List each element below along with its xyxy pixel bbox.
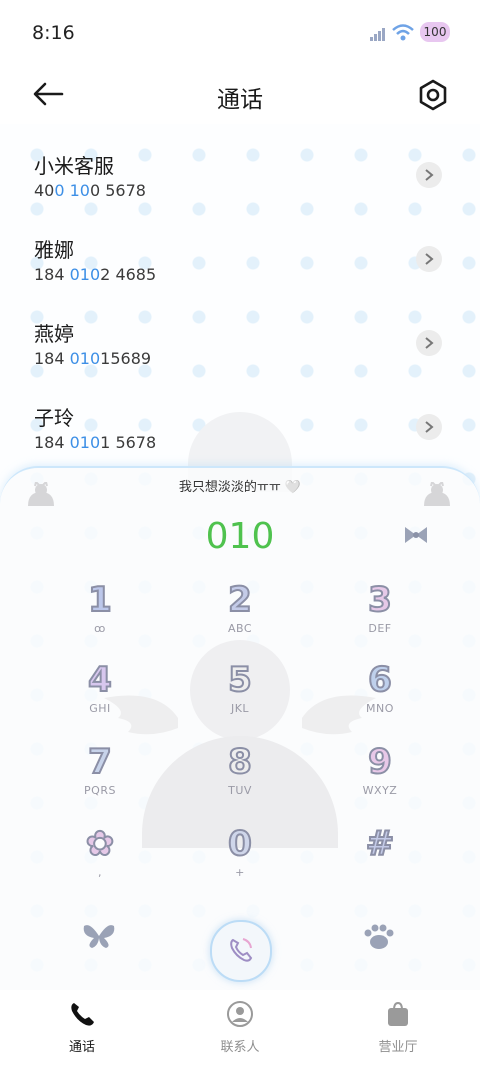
contact-number: 400 100 5678 [34,181,146,200]
dialpad-key[interactable]: 9 WXYZ [325,741,435,812]
person-icon [227,1001,253,1027]
list-item[interactable]: 小米客服 400 100 5678 [0,136,480,212]
contact-name: 小米客服 [34,154,114,178]
dialer-panel: 我只想淡淡的ㅠㅠ 🤍 010 1 ꝏ 2 ABC 3 DEF 4 GHI 5 JKL 6 MNO 7 PQ… [0,466,480,998]
phone-icon [71,1003,94,1026]
tab-calls[interactable]: 通话 [32,1000,132,1055]
dialpad-key-digit: # [365,823,396,865]
paw-icon[interactable] [362,922,396,956]
tab-calls-label: 通话 [68,1040,95,1055]
dialpad-key[interactable]: 3 DEF [325,579,435,650]
page-title: 通话 [217,87,263,113]
call-button[interactable] [210,920,272,982]
chevron-right-icon[interactable] [416,330,442,356]
dialpad-key[interactable]: 7 PQRS [45,741,155,812]
dialpad-key-digit: 5 [227,659,253,701]
dialpad-key[interactable]: 2 ABC [185,579,295,650]
butterfly-icon[interactable] [82,922,116,954]
dialpad-key-letters: PQRS [84,784,116,797]
dialpad-key[interactable]: 1ꝏ [45,579,155,650]
tab-store-label: 营业厅 [378,1040,418,1055]
dialpad-key[interactable]: 5 JKL [185,659,295,730]
tab-store[interactable]: 营业厅 [348,1000,448,1055]
dialpad-key-digit: ✿ [85,823,116,865]
cat-icon [420,480,454,512]
contact-name: 子玲 [34,406,74,430]
dialpad-key-digit: 0 [227,823,253,865]
dialpad-key-letters: , [98,866,102,879]
dialpad-key-letters: + [235,866,245,879]
dialpad-key[interactable]: # [325,823,435,894]
dialpad-key[interactable]: 0 + [185,823,295,894]
dialpad-key-letters: MNO [366,702,394,715]
dialpad-key-digit: 3 [367,579,393,621]
dialpad-key-digit: 6 [367,659,393,701]
dialpad-key-letters: ABC [227,622,253,635]
shopping-bag-icon [388,1001,408,1026]
contact-number: 184 0101 5678 [34,433,157,452]
top-app-bar: 通话 [0,64,480,124]
list-item[interactable]: 燕婷 184 01015689 [0,304,480,380]
status-time: 8:16 [32,22,75,44]
chevron-right-icon[interactable] [416,162,442,188]
dialpad-key-digit: 8 [227,741,253,783]
chevron-right-icon[interactable] [416,414,442,440]
dialpad-key-letters: DEF [368,622,392,635]
dialpad-key[interactable]: 6 MNO [325,659,435,730]
tab-contacts-label: 联系人 [220,1040,260,1055]
dialpad-key[interactable]: ✿, [45,823,155,894]
contact-number: 184 0102 4685 [34,265,157,284]
dialpad-key-digit: 1 [87,579,113,621]
chevron-right-icon[interactable] [416,246,442,272]
dialpad-key-letters: TUV [228,784,252,797]
gear-icon[interactable] [414,76,452,114]
contact-number: 184 01015689 [34,349,152,368]
status-bar: 8:16 100 [0,0,480,64]
dialpad-key[interactable]: 8 TUV [185,741,295,812]
contact-name: 雅娜 [34,238,74,262]
dialpad-key-letters: ꝏ [94,622,106,635]
status-message: 我只想淡淡的ㅠㅠ 🤍 [178,480,302,495]
contact-name: 燕婷 [34,322,74,346]
signal-icon [370,26,386,45]
dialpad-key-letters: JKL [230,702,250,715]
tab-contacts[interactable]: 联系人 [190,1000,290,1055]
list-item[interactable]: 雅娜 184 0102 4685 [0,220,480,296]
dialpad-key-letters: GHI [89,702,111,715]
dialpad-key[interactable]: 4 GHI [45,659,155,730]
dialpad-key-digit: 9 [367,741,393,783]
battery-indicator: 100 [420,22,450,42]
bottom-navigation: 通话 联系人 营业厅 [0,990,480,1067]
bow-icon[interactable] [402,524,430,550]
dialpad-key-digit: 2 [227,579,253,621]
dialpad-key-digit: 4 [87,659,113,701]
dialpad-key-letters: WXYZ [362,784,398,797]
wifi-icon [392,24,414,46]
dialpad-key-digit: 7 [87,741,113,783]
